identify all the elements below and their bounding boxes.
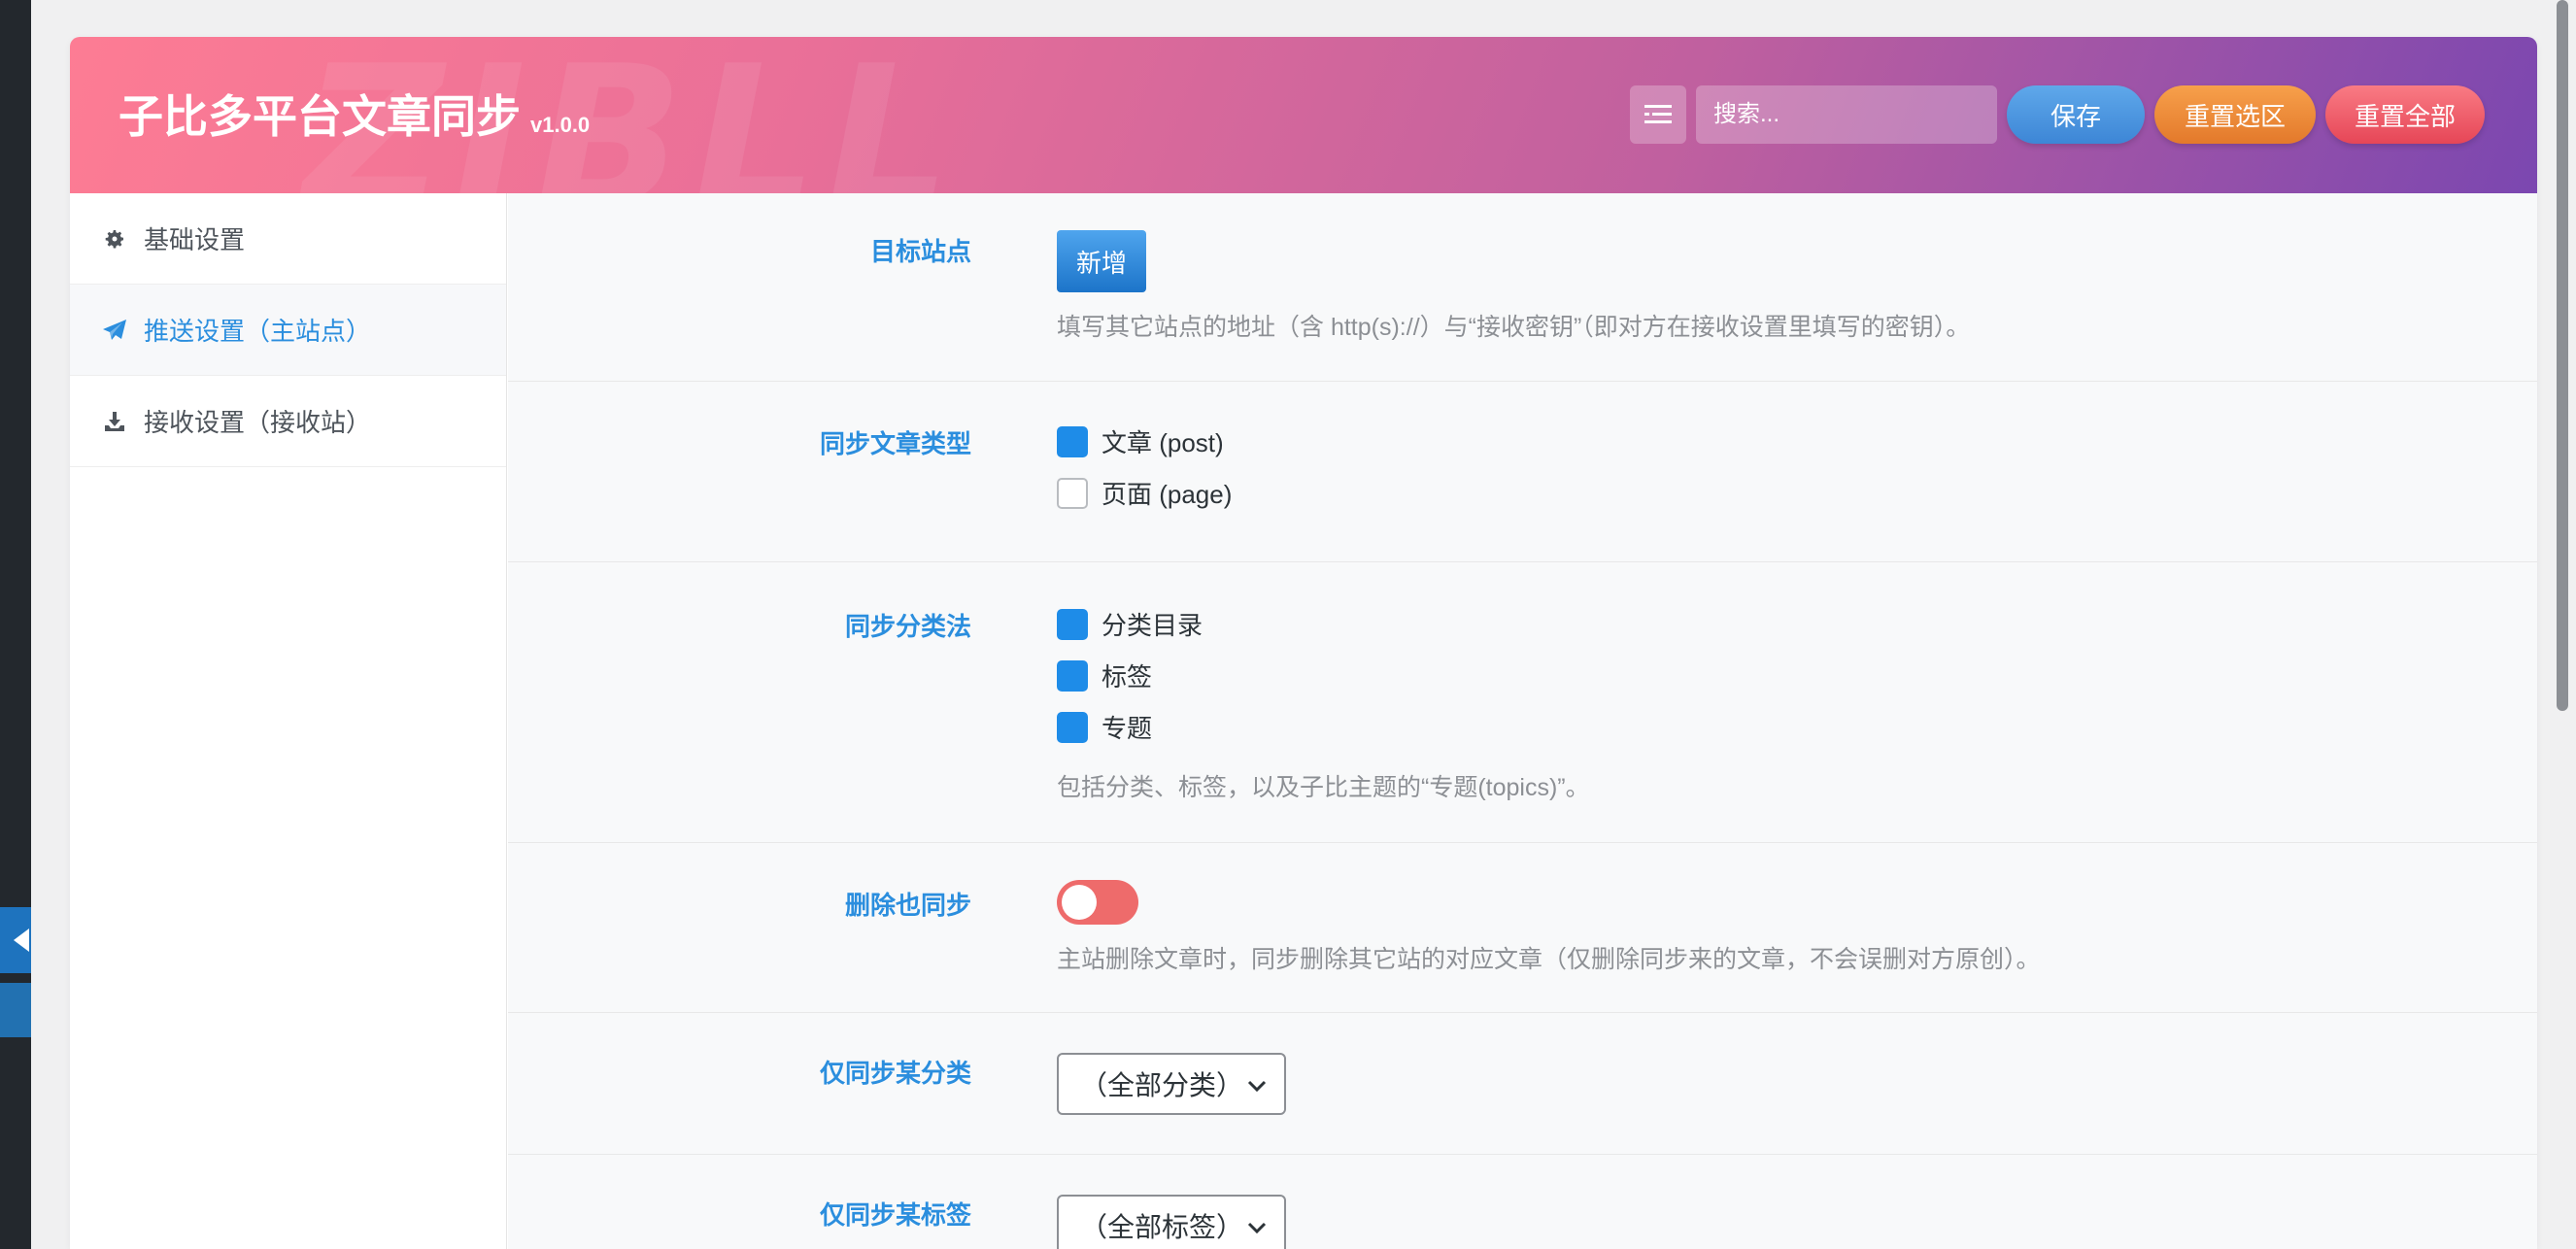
field-control: （全部分类） xyxy=(1057,1053,1286,1115)
field-target-sites: 目标站点 新增 填写其它站点的地址（含 http(s)://）与“接收密钥”（即… xyxy=(508,193,2537,382)
admin-menu-tab[interactable] xyxy=(0,983,31,1037)
chevron-down-icon xyxy=(1247,1222,1267,1234)
field-control: 新增 填写其它站点的地址（含 http(s)://）与“接收密钥”（即对方在接收… xyxy=(1057,230,1970,343)
toggle-knob xyxy=(1062,885,1097,920)
download-icon xyxy=(101,410,128,433)
field-taxonomies: 同步分类法 分类目录 标签 专题 包括分类、标签，以及子比主题的“专题(topi… xyxy=(508,562,2537,843)
sidebar-item-push[interactable]: 推送设置（主站点） xyxy=(70,285,506,376)
page-title: 子比多平台文章同步 v1.0.0 xyxy=(119,82,590,146)
field-post-types: 同步文章类型 文章 (post) 页面 (page) xyxy=(508,382,2537,562)
collapse-menu-tab[interactable] xyxy=(0,907,31,973)
gear-icon xyxy=(101,227,128,251)
paper-plane-icon xyxy=(101,319,128,342)
field-control: 分类目录 标签 专题 包括分类、标签，以及子比主题的“专题(topics)”。 xyxy=(1057,598,1590,803)
checkbox-label: 标签 xyxy=(1102,662,1153,692)
version-label: v1.0.0 xyxy=(530,113,591,137)
field-control: 主站删除文章时，同步删除其它站的对应文章（仅删除同步来的文章，不会误删对方原创）… xyxy=(1057,880,2041,975)
sidebar-item-basic[interactable]: 基础设置 xyxy=(70,193,506,285)
checkbox-option[interactable]: 标签 xyxy=(1057,650,1590,701)
checkbox-label: 文章 (post) xyxy=(1102,428,1224,457)
field-label: 同步文章类型 xyxy=(819,429,971,458)
expand-menu-button[interactable] xyxy=(1630,85,1686,144)
header-toolbar: 保存 重置选区 重置全部 xyxy=(1630,85,2485,144)
page-scrollbar[interactable] xyxy=(2549,0,2576,1249)
field-label: 删除也同步 xyxy=(844,891,971,920)
checkbox-label: 专题 xyxy=(1102,714,1153,743)
plugin-title: 子比多平台文章同步 xyxy=(119,91,521,142)
checkbox-label: 分类目录 xyxy=(1102,611,1203,640)
checkbox-option[interactable]: 文章 (post) xyxy=(1057,416,1232,467)
search-input[interactable] xyxy=(1696,85,1997,144)
field-label: 仅同步某分类 xyxy=(819,1059,971,1088)
checkbox-option[interactable]: 页面 (page) xyxy=(1057,467,1232,519)
checkbox-option[interactable]: 专题 xyxy=(1057,701,1590,753)
field-label: 同步分类法 xyxy=(844,612,971,641)
field-description: 包括分类、标签，以及子比主题的“专题(topics)”。 xyxy=(1057,774,1590,801)
checkbox[interactable] xyxy=(1057,608,1088,640)
category-select[interactable]: （全部分类） xyxy=(1057,1053,1286,1115)
list-icon xyxy=(1644,105,1672,123)
sidebar-item-label: 推送设置（主站点） xyxy=(144,317,372,346)
save-button[interactable]: 保存 xyxy=(2007,85,2145,144)
settings-sidebar: 基础设置 推送设置（主站点） 接收设置（接收站） xyxy=(70,193,507,1249)
checkbox[interactable] xyxy=(1057,711,1088,743)
field-description: 填写其它站点的地址（含 http(s)://）与“接收密钥”（即对方在接收设置里… xyxy=(1057,314,1971,341)
field-description: 主站删除文章时，同步删除其它站的对应文章（仅删除同步来的文章，不会误删对方原创）… xyxy=(1057,946,2041,973)
reset-all-button[interactable]: 重置全部 xyxy=(2325,85,2485,144)
sidebar-item-label: 接收设置（接收站） xyxy=(144,408,372,437)
settings-header: ZIBLL 子比多平台文章同步v1.0.0 保存 重置选区 重置全部 xyxy=(70,37,2537,193)
tag-select[interactable]: （全部标签） xyxy=(1057,1195,1286,1249)
field-label: 目标站点 xyxy=(869,237,971,266)
settings-content: 目标站点 新增 填写其它站点的地址（含 http(s)://）与“接收密钥”（即… xyxy=(508,193,2537,1249)
chevron-down-icon xyxy=(1247,1080,1267,1093)
checkbox-option[interactable]: 分类目录 xyxy=(1057,598,1590,650)
field-sync-delete: 删除也同步 主站删除文章时，同步删除其它站的对应文章（仅删除同步来的文章，不会误… xyxy=(508,843,2537,1013)
select-value: （全部分类） xyxy=(1080,1070,1244,1100)
field-control: （全部标签） xyxy=(1057,1195,1286,1249)
add-site-button[interactable]: 新增 xyxy=(1057,230,1146,292)
field-control: 文章 (post) 页面 (page) xyxy=(1057,416,1232,519)
field-label: 仅同步某标签 xyxy=(819,1200,971,1230)
sidebar-item-label: 基础设置 xyxy=(144,225,246,254)
field-only-category: 仅同步某分类 （全部分类） xyxy=(508,1013,2537,1155)
settings-panel: ZIBLL 子比多平台文章同步v1.0.0 保存 重置选区 重置全部 xyxy=(70,37,2537,1249)
checkbox-label: 页面 (page) xyxy=(1102,480,1233,509)
field-only-tag: 仅同步某标签 （全部标签） xyxy=(508,1155,2537,1249)
reset-section-button[interactable]: 重置选区 xyxy=(2154,85,2316,144)
scrollbar-thumb[interactable] xyxy=(2557,0,2568,711)
checkbox[interactable] xyxy=(1057,477,1088,509)
sidebar-item-receive[interactable]: 接收设置（接收站） xyxy=(70,376,506,467)
checkbox[interactable] xyxy=(1057,425,1088,457)
admin-sidebar-strip xyxy=(0,0,31,1249)
checkbox[interactable] xyxy=(1057,659,1088,692)
sync-delete-toggle[interactable] xyxy=(1057,880,1138,925)
select-value: （全部标签） xyxy=(1080,1212,1244,1242)
